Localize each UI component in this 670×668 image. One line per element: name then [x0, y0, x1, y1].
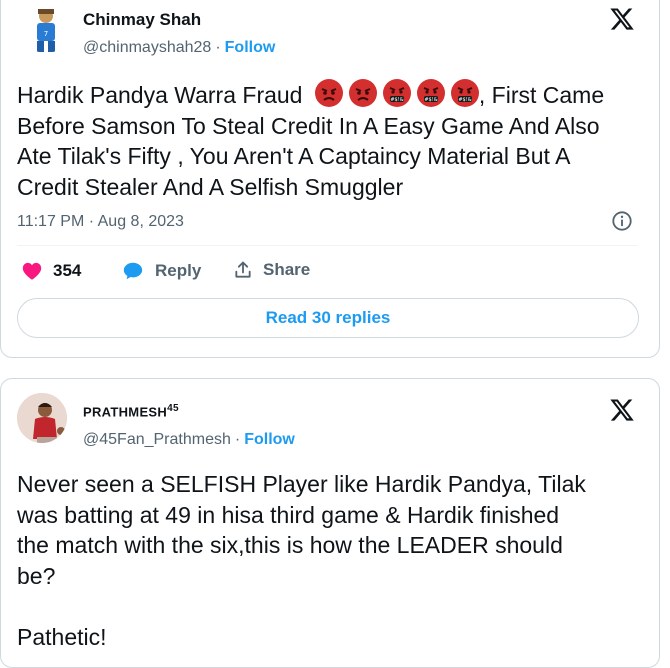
avatar[interactable] [17, 393, 67, 443]
read-replies-button[interactable]: Read 30 replies [17, 298, 639, 338]
tweet-text-line: Ate Tilak's Fifty , You Aren't A Captain… [17, 143, 571, 169]
like-count: 354 [53, 261, 82, 280]
svg-text:7: 7 [44, 30, 48, 38]
pouting-face-icon [314, 79, 343, 107]
tweet-text-line: Before Samson To Steal Credit In A Easy … [17, 112, 600, 139]
share-icon [235, 261, 251, 278]
handle-row: @chinmayshah28 · Follow [83, 39, 275, 57]
reply-label: Reply [155, 261, 202, 280]
tweet-text: Never seen a SELFISH Player like Hardik … [17, 469, 647, 652]
tweet-text-line: the match with the six,this is how the L… [17, 532, 563, 558]
follow-button[interactable]: Follow [244, 431, 295, 448]
separator: · [215, 39, 221, 56]
timestamp[interactable]: 11:17 PM · Aug 8, 2023 [17, 213, 184, 231]
avatar-image [17, 393, 67, 443]
like-button[interactable]: 354 [21, 260, 81, 282]
heart-icon [22, 262, 42, 280]
display-name-superscript: 45 [167, 403, 179, 414]
tweet-text-line: be? [17, 562, 56, 589]
svg-text:#$!&: #$!& [458, 97, 471, 103]
separator: · [234, 431, 241, 448]
face-with-symbols-on-mouth-icon: #$!& [416, 79, 445, 107]
display-name[interactable]: PRATHMESH45 [83, 403, 179, 419]
tweet-text: Hardik Pandya Warra Fraud #$!& #$!& #$!&… [17, 79, 647, 202]
share-button[interactable]: Share [233, 260, 310, 280]
face-with-symbols-on-mouth-icon: #$!& [382, 79, 411, 107]
tweet-card: 7 Chinmay Shah @chinmayshah28 · Follow Har… [0, 0, 660, 358]
tweet-text-line: Never seen a SELFISH Player like Hardik … [17, 471, 586, 497]
share-label: Share [263, 260, 311, 279]
reply-bubble-icon [123, 262, 143, 280]
tweet-text-line: Pathetic! [17, 623, 107, 650]
tweet-text-line: Hardik Pandya Warra Fraud #$!& #$!& #$!&… [17, 79, 647, 111]
pouting-face-icon [348, 79, 377, 107]
face-with-symbols-on-mouth-icon: #$!& [450, 79, 479, 107]
info-icon[interactable] [611, 210, 633, 232]
display-name[interactable]: Chinmay Shah [83, 10, 201, 30]
reply-button[interactable]: Reply [121, 260, 201, 282]
handle-row: @45Fan_Prathmesh · Follow [83, 431, 295, 449]
handle[interactable]: @chinmayshah28 [83, 39, 211, 56]
x-logo-icon[interactable] [609, 6, 635, 32]
svg-text:#$!&: #$!& [424, 97, 437, 103]
tweet-text-line: Credit Stealer And A Selfish Smuggler [17, 173, 404, 200]
tweet-text-line: was batting at 49 in hisa third game & H… [17, 501, 560, 528]
svg-text:#$!&: #$!& [390, 97, 403, 103]
follow-button[interactable]: Follow [225, 39, 276, 56]
tweet-card: PRATHMESH45 @45Fan_Prathmesh · Follow Neve… [0, 378, 660, 668]
divider [17, 245, 637, 246]
avatar[interactable]: 7 [21, 3, 71, 53]
text-segment: , First Came [478, 82, 605, 108]
display-name-text: PRATHMESH [83, 404, 168, 420]
text-segment: Hardik Pandya Warra Fraud [17, 82, 303, 108]
x-logo-icon[interactable] [609, 397, 635, 423]
avatar-image: 7 [21, 3, 71, 53]
handle[interactable]: @45Fan_Prathmesh [83, 431, 231, 448]
